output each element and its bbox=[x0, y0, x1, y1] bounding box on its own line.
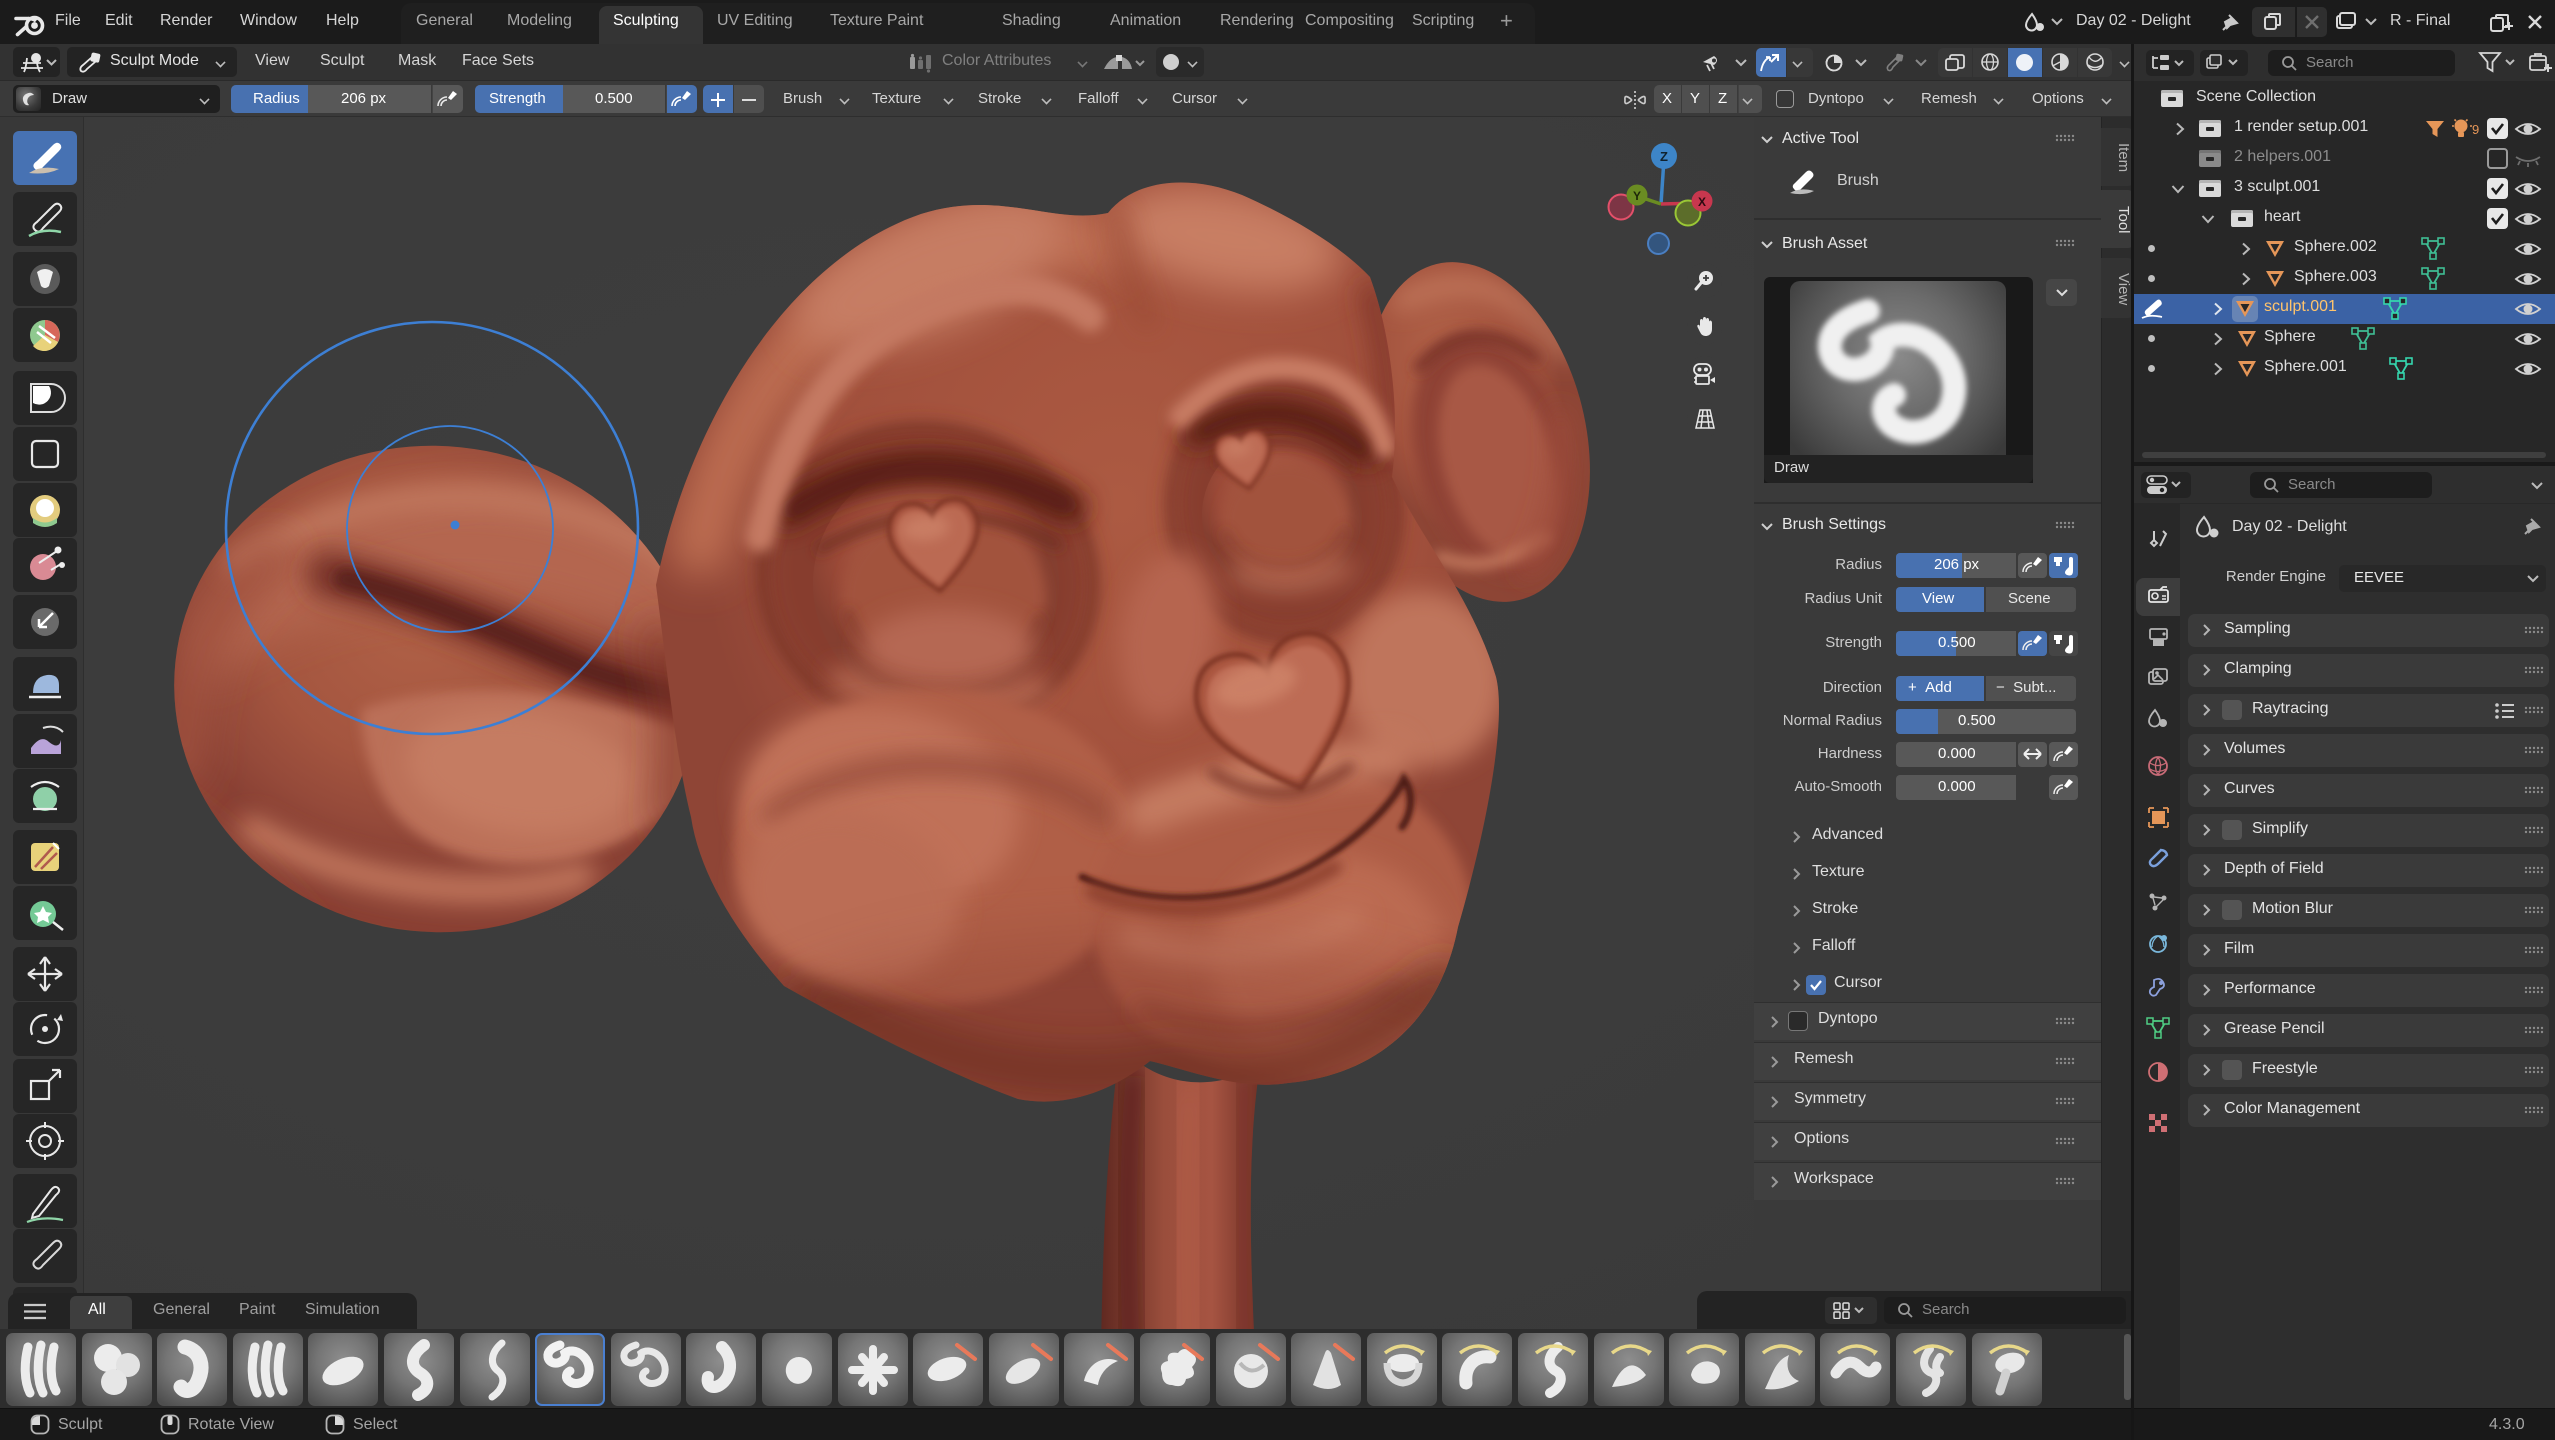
svg-text:X: X bbox=[1698, 195, 1706, 209]
svg-text:Z: Z bbox=[1660, 149, 1668, 164]
svg-text:Y: Y bbox=[1633, 189, 1641, 203]
